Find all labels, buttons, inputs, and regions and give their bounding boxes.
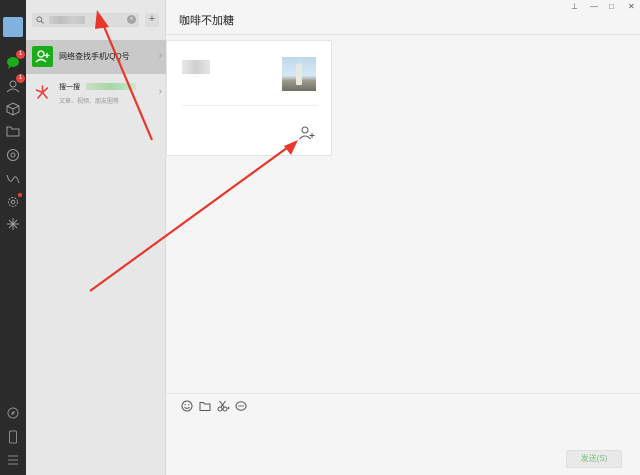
avatar[interactable] [3,17,23,37]
chat-nav-icon[interactable]: 1 [4,50,25,71]
contacts-badge: 1 [16,74,25,83]
minimize-button[interactable]: — [590,2,598,11]
close-button[interactable]: ✕ [628,2,635,11]
folder-icon[interactable] [4,122,22,140]
search-icon [36,16,44,24]
add-friend-icon [32,46,53,67]
contact-card[interactable] [166,40,332,156]
card-divider [182,105,318,106]
composer-divider [166,393,640,394]
contacts-nav-icon[interactable]: 1 [4,74,25,95]
left-nav-bar: 1 1 [0,0,26,475]
maximize-button[interactable]: □ [609,2,614,11]
send-file-folder-icon[interactable] [198,399,212,413]
emoji-icon[interactable] [180,399,194,413]
sparkle-icon[interactable] [4,215,22,233]
add-button[interactable]: + [145,13,159,27]
search-results-list: × + 网络查找手机/QQ号 › 搜一搜 文章、视频、朋友圈等 › [26,0,166,475]
chat-pane: 咖啡不加糖 ⊥ — □ ✕ 发送(S) [166,0,640,475]
compass-icon[interactable] [4,404,22,422]
pin-icon[interactable]: ⊥ [571,2,578,11]
send-button[interactable]: 发送(S) [566,450,622,468]
add-contact-icon[interactable] [298,125,316,141]
moments-icon[interactable] [4,146,22,164]
mini-program-icon[interactable] [4,170,22,188]
settings-gear-icon[interactable] [4,193,22,211]
settings-dot [18,193,22,197]
contact-name-blurred [182,60,210,74]
chat-title: 咖啡不加糖 [179,15,234,27]
list-item-title: 搜一搜 [59,84,80,91]
list-item-title: 网络查找手机/QQ号 [59,52,130,61]
search-term-blurred [86,83,136,90]
clear-search-icon[interactable]: × [127,15,136,24]
search-query-blurred [49,16,85,24]
sogou-icon [32,82,53,103]
chat-history-icon[interactable] [234,399,248,413]
header-divider [166,34,640,35]
chevron-right-icon: › [158,86,162,97]
list-item-sou-yi-sou[interactable]: 搜一搜 文章、视频、朋友圈等 › [26,76,166,110]
chevron-right-icon: › [158,50,162,61]
favorites-cube-icon[interactable] [4,100,22,118]
phone-icon[interactable] [4,428,22,446]
statue-image [296,63,302,85]
menu-icon[interactable] [4,451,22,469]
search-input[interactable]: × [32,13,139,27]
list-item-network-search[interactable]: 网络查找手机/QQ号 › [26,40,166,74]
chat-badge: 1 [16,50,25,59]
contact-photo [282,57,316,91]
list-item-subtitle: 文章、视频、朋友圈等 [59,99,120,105]
screenshot-scissors-icon[interactable] [216,399,230,413]
